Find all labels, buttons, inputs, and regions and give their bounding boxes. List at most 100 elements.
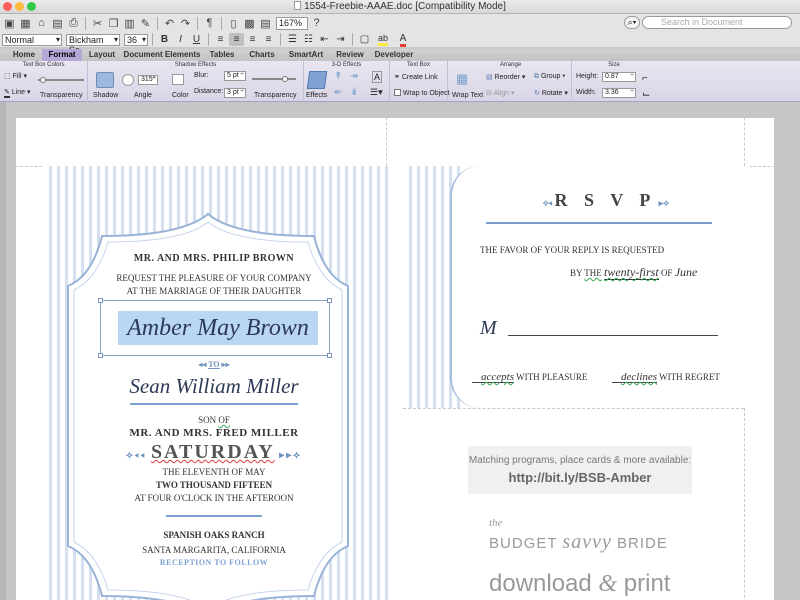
close-window-button[interactable] — [3, 2, 12, 11]
cut-icon[interactable]: ✂ — [90, 16, 105, 31]
create-link-button[interactable]: ⚭ Create Link — [394, 73, 438, 81]
style-select[interactable]: Normal — [2, 33, 62, 46]
font-color-icon[interactable]: A — [394, 33, 412, 47]
underline-button[interactable]: U — [189, 33, 204, 46]
align-right-icon[interactable]: ≡ — [245, 33, 260, 46]
reorder-button[interactable]: ▤ Reorder ▾ — [486, 73, 525, 81]
tilt-down-icon[interactable]: ↡ — [350, 87, 358, 98]
tilt-right-icon[interactable]: ↠ — [350, 71, 358, 82]
font-size-select[interactable]: 36 — [124, 33, 148, 46]
toolbar-divider — [352, 33, 353, 46]
font-select[interactable]: Bickham Sc... — [66, 33, 120, 55]
bold-button[interactable]: B — [157, 33, 172, 46]
promo-url[interactable]: http://bit.ly/BSB-Amber — [468, 470, 692, 485]
toolbox-icon[interactable]: ▤ — [258, 16, 273, 31]
decrease-indent-icon[interactable]: ⇤ — [317, 33, 332, 46]
download-print: download & print — [489, 570, 671, 597]
help-icon[interactable]: ? — [309, 16, 324, 31]
tab-format[interactable]: Format — [42, 49, 82, 61]
shadow-button[interactable] — [96, 72, 114, 88]
align-left-icon[interactable]: ≡ — [213, 33, 228, 46]
angle-dial-icon[interactable] — [122, 74, 134, 86]
city: SANTA MARGARITA, CALIFORNIA — [142, 545, 286, 555]
zoom-window-button[interactable] — [27, 2, 36, 11]
width-field[interactable]: 3.36 — [602, 88, 636, 98]
color-label: Color — [172, 92, 189, 99]
tab-tables[interactable]: Tables — [202, 49, 242, 61]
line-button[interactable]: ✎ Line ▾ — [4, 88, 31, 98]
lock-aspect-icon[interactable]: ⌙ — [642, 89, 650, 100]
italic-button[interactable]: I — [173, 33, 188, 46]
blur-slider[interactable] — [252, 76, 296, 82]
document-workspace[interactable]: MR. AND MRS. PHILIP BROWN REQUEST THE PL… — [0, 102, 800, 600]
resize-handle[interactable] — [327, 353, 332, 358]
height-field[interactable]: 0.87 — [602, 72, 636, 82]
pilcrow-icon[interactable]: ¶ — [202, 16, 217, 31]
group-title: 3-D Effects — [331, 62, 362, 68]
templates-icon[interactable]: ▦ — [18, 16, 33, 31]
highlight-icon[interactable]: ab — [373, 33, 393, 46]
bullets-icon[interactable]: ☰ — [285, 33, 300, 46]
open-folder-icon[interactable]: ⌂ — [34, 16, 49, 31]
text-direction-icon[interactable]: A — [372, 71, 383, 83]
blur-field[interactable]: 5 pt — [224, 71, 246, 81]
crop-icon[interactable]: ⌐ — [642, 73, 648, 84]
tab-review[interactable]: Review — [330, 49, 370, 61]
height-label: Height: — [576, 73, 599, 80]
wrap-to-object-checkbox[interactable]: Wrap to Object — [394, 89, 450, 97]
tab-charts[interactable]: Charts — [242, 49, 282, 61]
document-icon — [294, 1, 302, 10]
minimize-window-button[interactable] — [15, 2, 24, 11]
numbering-icon[interactable]: ☷ — [301, 33, 316, 46]
rotate-button[interactable]: ↻ Rotate ▾ — [534, 89, 568, 97]
redo-icon[interactable]: ↷ — [178, 16, 193, 31]
wrap-text-icon[interactable]: ▦ — [456, 71, 468, 87]
undo-icon[interactable]: ↶ — [162, 16, 177, 31]
format-painter-icon[interactable]: ✎ — [138, 16, 153, 31]
group-arrange: Arrange ▦ Wrap Text ▤ Reorder ▾ ⊟ Align … — [450, 61, 572, 102]
media-browser-icon[interactable]: ▩ — [242, 16, 257, 31]
fill-button[interactable]: ⬚ Fill ▾ — [4, 72, 27, 80]
new-document-icon[interactable]: ▣ — [2, 16, 17, 31]
group-button[interactable]: ⧉ Group ▾ — [534, 73, 565, 81]
align-center-icon[interactable]: ≡ — [229, 33, 244, 46]
copy-icon[interactable]: ❐ — [106, 16, 121, 31]
groom-name: Sean William Miller — [129, 374, 299, 398]
fill-transparency-slider[interactable] — [38, 77, 84, 83]
align-text-icon[interactable]: ☰▾ — [370, 87, 383, 98]
resize-handle[interactable] — [98, 298, 103, 303]
document-page[interactable]: MR. AND MRS. PHILIP BROWN REQUEST THE PL… — [6, 102, 780, 600]
bride-name[interactable]: Amber May Brown — [118, 311, 318, 345]
save-icon[interactable]: ▤ — [50, 16, 65, 31]
3d-cube-icon[interactable] — [306, 71, 328, 89]
align-button[interactable]: ⊟ Align ▾ — [486, 89, 514, 97]
angle-field[interactable]: 315° — [138, 75, 158, 85]
distance-field[interactable]: 3 pt — [224, 88, 246, 98]
paste-icon[interactable]: ▥ — [122, 16, 137, 31]
tab-smartart[interactable]: SmartArt — [282, 49, 330, 61]
justify-icon[interactable]: ≡ — [261, 33, 276, 46]
align-objects-icon: ⊟ — [486, 90, 492, 97]
crop-mark — [6, 166, 42, 167]
vertical-scrollbar[interactable] — [778, 102, 800, 600]
shadow-color-button[interactable] — [172, 74, 184, 85]
reorder-icon: ▤ — [486, 74, 493, 81]
zoom-select[interactable]: 167% — [276, 16, 308, 30]
tilt-up-icon[interactable]: ↟ — [334, 71, 342, 82]
increase-indent-icon[interactable]: ⇥ — [333, 33, 348, 46]
borders-icon[interactable]: ▢ — [357, 33, 372, 46]
search-options-icon[interactable]: ⌕▾ — [624, 16, 640, 29]
resize-handle[interactable] — [327, 298, 332, 303]
tilt-left-icon[interactable]: ↞ — [334, 87, 342, 98]
print-icon[interactable]: ⎙ — [66, 16, 81, 31]
ribbon-tabs: Home Format Layout Document Elements Tables C… — [0, 49, 800, 61]
tab-document-elements[interactable]: Document Elements — [122, 49, 202, 61]
tab-developer[interactable]: Developer — [370, 49, 418, 61]
sidebar-icon[interactable]: ▯ — [226, 16, 241, 31]
resize-handle[interactable] — [98, 353, 103, 358]
search-input[interactable]: Search in Document — [642, 16, 792, 29]
tab-layout[interactable]: Layout — [82, 49, 122, 61]
marriage-line: AT THE MARRIAGE OF THEIR DAUGHTER — [126, 286, 302, 296]
groom-parents: MR. AND MRS. FRED MILLER — [129, 427, 299, 439]
tab-home[interactable]: Home — [0, 49, 42, 61]
